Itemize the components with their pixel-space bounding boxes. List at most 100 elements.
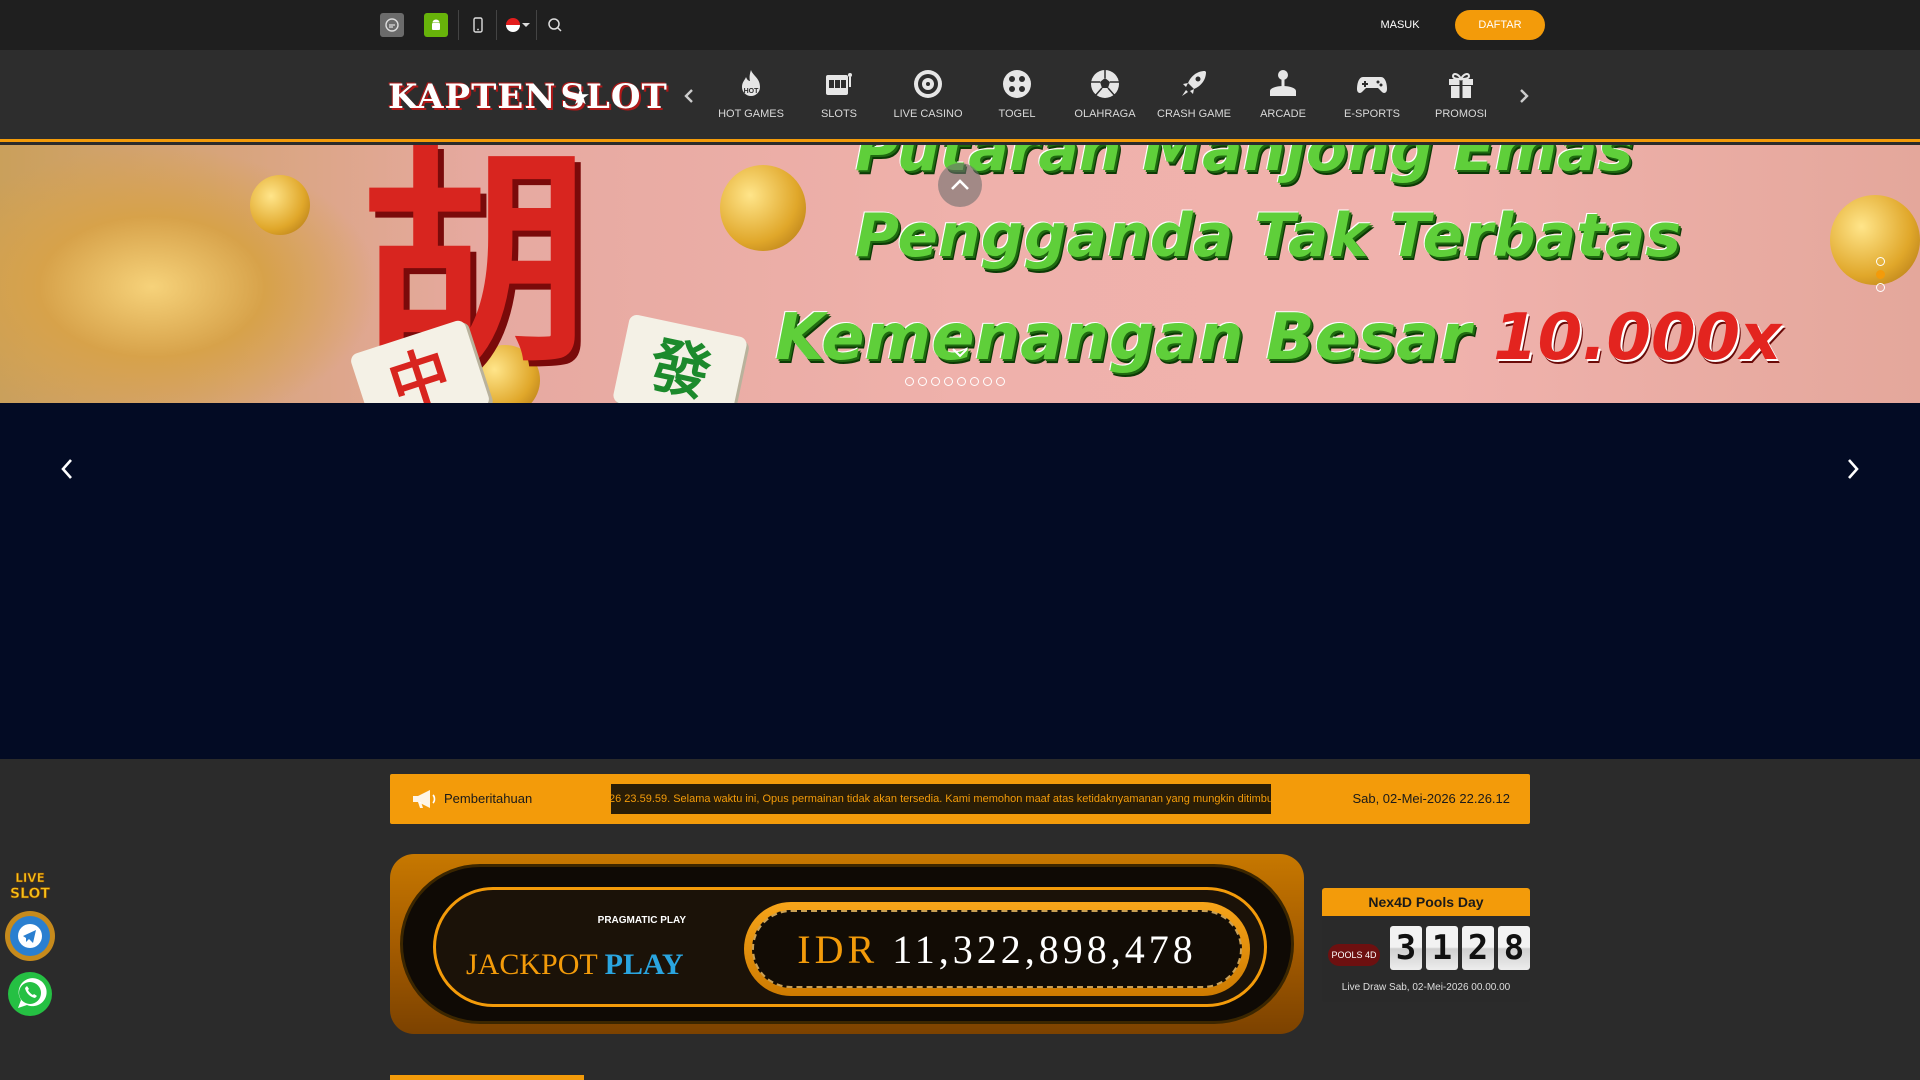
nav-item-arcade[interactable]: ARCADE <box>1243 66 1323 132</box>
nav-item-olahraga[interactable]: OLAHRAGA <box>1065 66 1145 132</box>
result-digit: 3 <box>1390 926 1422 970</box>
provider-name: PRAGMATIC PLAY <box>597 915 686 926</box>
banner-pagination-dots[interactable] <box>905 377 1005 386</box>
slots-icon <box>821 66 857 102</box>
current-datetime: Sab, 02-Mei-2026 22.26.12 <box>1352 791 1510 806</box>
search-icon[interactable] <box>543 13 567 37</box>
result-digit: 2 <box>1462 926 1494 970</box>
banner-side-dots[interactable] <box>1876 257 1885 292</box>
pagination-dot[interactable] <box>983 377 992 386</box>
gold-coin <box>250 175 310 235</box>
pagination-dot[interactable] <box>931 377 940 386</box>
jackpot-title: JACKPOT PLAY <box>466 948 684 982</box>
jackpot-title-right: PLAY <box>604 948 684 981</box>
gold-coin <box>1830 195 1920 285</box>
jackpot-amount-box: IDR 11,322,898,478 <box>744 902 1250 996</box>
jackpot-inner: PRAGMATIC PLAY JACKPOT PLAY IDR 11,322,89… <box>433 887 1267 1007</box>
jackpot-frame: PRAGMATIC PLAY JACKPOT PLAY IDR 11,322,89… <box>400 864 1294 1024</box>
announcement-marquee[interactable]: 26 23.59.59. Selama waktu ini, Opus perm… <box>611 784 1271 814</box>
live-slot-icon[interactable]: LIVE SLOT <box>4 868 56 903</box>
hot-games-icon: HOT <box>733 66 769 102</box>
pagination-dot[interactable] <box>996 377 1005 386</box>
nav-label: LIVE CASINO <box>893 108 963 120</box>
slider-prev-button[interactable] <box>52 449 82 489</box>
banner-headline-3-text: Kemenangan Besar <box>775 301 1494 375</box>
nav-label: OLAHRAGA <box>1074 108 1136 120</box>
nav-item-e-sports[interactable]: E-SPORTS <box>1332 66 1412 132</box>
main-nav: KAPTEN SLOT HOT HOT GAMES SLOTS LIVE CAS… <box>0 50 1920 142</box>
login-button[interactable]: MASUK <box>1370 12 1430 38</box>
pagination-dot[interactable] <box>944 377 953 386</box>
nav-item-hot-games[interactable]: HOT HOT GAMES <box>711 66 791 132</box>
whatsapp-icon[interactable] <box>4 968 56 1020</box>
chevron-right-icon <box>1848 459 1859 479</box>
pragmatic-play-logo: PRAGMATIC PLAY <box>586 910 686 946</box>
nav-label: E-SPORTS <box>1343 108 1401 120</box>
arcade-icon <box>1265 66 1301 102</box>
jackpot-panel: PRAGMATIC PLAY JACKPOT PLAY IDR 11,322,89… <box>390 854 1304 1034</box>
nav-label: TOGEL <box>998 108 1036 120</box>
nav-label: SLOTS <box>820 108 858 120</box>
pools-title: Nex4D Pools Day <box>1322 888 1530 916</box>
chevron-down-icon <box>952 348 968 358</box>
nav-label: PROMOSI <box>1435 108 1487 120</box>
jackpot-value: 11,322,898,478 <box>892 926 1197 972</box>
nav-label: ARCADE <box>1260 108 1306 120</box>
nav-item-live-casino[interactable]: LIVE CASINO <box>888 66 968 132</box>
pagination-dot[interactable] <box>918 377 927 386</box>
banner-headline-2: Pengganda Tak Terbatas <box>855 201 1682 271</box>
section-tab-indicator <box>390 1075 584 1080</box>
pagination-dot[interactable] <box>970 377 979 386</box>
mobile-icon[interactable] <box>466 13 490 37</box>
jackpot-currency: IDR <box>797 926 879 972</box>
announcement-text: 26 23.59.59. Selama waktu ini, Opus perm… <box>611 793 1271 805</box>
rocket-icon <box>1176 66 1212 102</box>
nav-item-promosi[interactable]: PROMOSI <box>1421 66 1501 132</box>
chevron-down-icon <box>522 23 530 27</box>
slider-next-button[interactable] <box>1838 449 1868 489</box>
live-casino-icon <box>910 66 946 102</box>
chat-icon[interactable] <box>380 13 404 37</box>
gamepad-icon <box>1354 66 1390 102</box>
live-draw-date: Live Draw Sab, 02-Mei-2026 00.00.00 <box>1341 982 1511 993</box>
language-selector[interactable] <box>500 13 536 37</box>
scroll-up-button[interactable] <box>938 163 982 207</box>
side-dot-active[interactable] <box>1876 270 1885 279</box>
side-dot[interactable] <box>1876 257 1885 266</box>
nav-item-togel[interactable]: TOGEL <box>977 66 1057 132</box>
promo-banner[interactable]: 胡 中 發 Putaran Mahjong Emas Pengganda Tak… <box>0 145 1920 403</box>
android-icon[interactable] <box>424 13 448 37</box>
pools-result-card[interactable]: Nex4D Pools Day POOLS 4D 3 1 2 8 Live Dr… <box>1322 888 1530 1002</box>
slider-area <box>0 403 1920 759</box>
telegram-icon[interactable] <box>4 910 56 962</box>
top-bar: MASUK DAFTAR <box>0 0 1920 50</box>
nav-label: CRASH GAME <box>1157 108 1231 120</box>
gift-icon <box>1443 66 1479 102</box>
jackpot-amount: IDR 11,322,898,478 <box>797 926 1196 973</box>
logo-text-left: KAPTEN <box>388 77 557 117</box>
pagination-dot[interactable] <box>957 377 966 386</box>
side-dot[interactable] <box>1876 283 1885 292</box>
svg-text:HOT: HOT <box>744 88 760 95</box>
svg-text:LIVE: LIVE <box>15 871 45 885</box>
site-logo[interactable]: KAPTEN SLOT <box>388 72 667 122</box>
announcement-bar: Pemberitahuan 26 23.59.59. Selama waktu … <box>390 774 1530 824</box>
pagination-dot[interactable] <box>905 377 914 386</box>
svg-text:SLOT: SLOT <box>10 886 50 902</box>
chevron-up-icon <box>951 179 969 190</box>
jackpot-title-left: JACKPOT <box>466 948 598 981</box>
result-digit: 8 <box>1498 926 1530 970</box>
dragon-artwork <box>0 145 380 403</box>
nav-next-arrow[interactable] <box>1514 86 1534 110</box>
nav-item-crash-game[interactable]: CRASH GAME <box>1154 66 1234 132</box>
togel-icon <box>999 66 1035 102</box>
gold-coin <box>720 165 806 251</box>
pools-digits: 3 1 2 8 <box>1390 926 1530 970</box>
nav-prev-arrow[interactable] <box>679 86 699 110</box>
register-button[interactable]: DAFTAR <box>1455 10 1545 40</box>
banner-headline-3-highlight: 10.000x <box>1493 301 1782 375</box>
nav-item-slots[interactable]: SLOTS <box>799 66 879 132</box>
announcement-label: Pemberitahuan <box>444 791 533 806</box>
scroll-down-button[interactable] <box>948 341 972 365</box>
megaphone-icon <box>410 787 440 811</box>
